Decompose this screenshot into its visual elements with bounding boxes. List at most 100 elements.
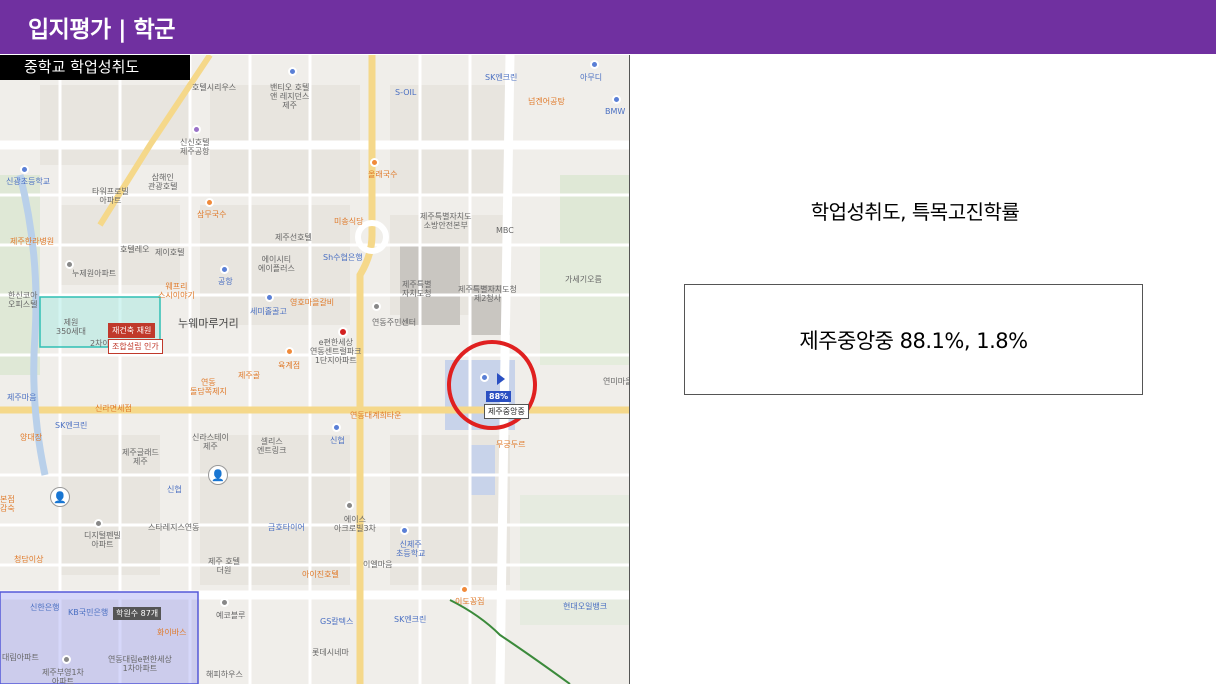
poi-label: 제주부영1차 아파트 bbox=[42, 668, 84, 684]
map-marker-icon[interactable] bbox=[288, 67, 297, 76]
map-marker-icon[interactable] bbox=[400, 526, 409, 535]
map-label: 중학교 학업성취도 bbox=[0, 55, 190, 80]
poi-label: 금호타이어 bbox=[268, 523, 305, 532]
map-marker-icon[interactable] bbox=[265, 293, 274, 302]
poi-label: 대림아파트 bbox=[2, 653, 39, 662]
poi-label: 타워프로빌 아파트 bbox=[92, 187, 129, 206]
map-marker-icon[interactable] bbox=[65, 260, 74, 269]
poi-label: 제주특별자치도 소방안전본부 bbox=[420, 212, 472, 231]
poi-label: 제주특별자치도청 제2청사 bbox=[458, 285, 517, 304]
poi-label: 공항 bbox=[218, 277, 233, 286]
poi-label: 에이스 아크로빌3차 bbox=[334, 515, 376, 534]
poi-label: 청담이상 bbox=[14, 555, 44, 564]
header-bar: 입지평가 | 학군 bbox=[0, 0, 1216, 54]
target-school-label[interactable]: 제주중앙중 bbox=[484, 404, 529, 419]
map-marker-icon[interactable] bbox=[62, 655, 71, 664]
map-marker-icon[interactable] bbox=[370, 158, 379, 167]
poi-label: 신라스테이 제주 bbox=[192, 433, 229, 452]
poi-label: BMW bbox=[605, 107, 626, 116]
poi-label: e편한세상 연동센트럴파크 1단지아파트 bbox=[310, 338, 362, 366]
poi-label: 웨프리 스시이야기 bbox=[158, 282, 195, 301]
map-marker-icon[interactable] bbox=[590, 60, 599, 69]
poi-label: 연동대계희타운 bbox=[350, 411, 402, 420]
poi-label: 양대장 bbox=[20, 433, 43, 442]
map-marker-icon[interactable] bbox=[220, 265, 229, 274]
poi-label: SK엔크린 bbox=[55, 421, 88, 430]
poi-label: 제주특별 자치도청 bbox=[402, 280, 432, 299]
poi-label: 누제원아파트 bbox=[72, 269, 117, 278]
poi-label: 이도꽁집 bbox=[455, 597, 485, 606]
poi-label: 제주골 bbox=[238, 371, 261, 380]
poi-label: 현대오일뱅크 bbox=[563, 602, 608, 611]
poi-label: 스타레지스연동 bbox=[148, 523, 200, 532]
poi-label: S-OIL bbox=[395, 88, 417, 97]
poi-label: 올래국수 bbox=[368, 170, 398, 179]
poi-label: 예코블루 bbox=[216, 611, 246, 620]
poi-label: 제이호텔 bbox=[155, 248, 185, 257]
poi-label: 제주마음 bbox=[7, 393, 37, 402]
poi-label: 이엘마음 bbox=[363, 560, 393, 569]
poi-label: 디지털펜빌 아파트 bbox=[84, 531, 121, 550]
poi-label: 육계점 bbox=[278, 361, 301, 370]
poi-label: 호텔시리우스 bbox=[192, 83, 237, 92]
school-score-badge: 88% bbox=[486, 391, 512, 402]
poi-label: GS칼텍스 bbox=[320, 617, 354, 626]
poi-label: KB국민은행 bbox=[68, 608, 109, 617]
poi-label: 본점 감숙 bbox=[0, 495, 15, 514]
agent-avatar-icon[interactable]: 👤 bbox=[50, 487, 70, 507]
poi-label: SK엔크린 bbox=[394, 615, 427, 624]
poi-label: 제주글래드 제주 bbox=[122, 448, 159, 467]
redevelopment-approval-badge: 조합설립 인가 bbox=[108, 339, 163, 354]
redevelopment-status-badge: 재건축 재원 bbox=[108, 323, 156, 338]
section-heading: 학업성취도, 특목고진학률 bbox=[810, 200, 1020, 224]
poi-label: 신광초등학교 bbox=[6, 177, 51, 186]
poi-label: 한신코아 오피스텔 bbox=[8, 291, 38, 310]
poi-label: 연동대림e편한세상 1차아파트 bbox=[108, 655, 172, 674]
poi-label: 호텔레오 bbox=[120, 245, 150, 254]
poi-label: 해피하우스 bbox=[206, 670, 243, 679]
poi-label: 제주선호텔 bbox=[275, 233, 312, 242]
agent-avatar-icon[interactable]: 👤 bbox=[208, 465, 228, 485]
poi-label: 셀리스 엔트링크 bbox=[257, 437, 287, 456]
map-marker-icon[interactable] bbox=[220, 598, 229, 607]
poi-label: 삼해인 관광호텔 bbox=[148, 173, 178, 192]
map-marker-icon[interactable] bbox=[192, 125, 201, 134]
poi-label: 제주 호텔 더원 bbox=[208, 557, 240, 576]
map-background bbox=[0, 55, 629, 684]
map-marker-icon[interactable] bbox=[480, 373, 489, 382]
poi-label: 롯데시네마 bbox=[312, 648, 349, 657]
map-marker-icon[interactable] bbox=[332, 423, 341, 432]
poi-label: 신한은행 bbox=[30, 603, 60, 612]
poi-label: 미송식당 bbox=[334, 217, 364, 226]
map-marker-icon[interactable] bbox=[20, 165, 29, 174]
academy-count-badge: 학원수 87개 bbox=[113, 607, 162, 620]
map-marker-icon[interactable] bbox=[285, 347, 294, 356]
result-box: 제주중앙중 88.1%, 1.8% bbox=[684, 284, 1143, 395]
poi-label: 신신호텔 제주공항 bbox=[180, 138, 210, 157]
poi-label: 삼무국수 bbox=[197, 210, 227, 219]
poi-label: 연동 돌담쪽제지 bbox=[190, 378, 227, 397]
poi-label: 신협 bbox=[167, 485, 182, 494]
map-marker-icon[interactable] bbox=[94, 519, 103, 528]
map-panel[interactable]: 중학교 학업성취도 SK엔크린 아무디 S-OIL 넘겐어공탕 BMW 호텔시리… bbox=[0, 55, 630, 684]
poi-label: 무궁두르 bbox=[496, 440, 526, 449]
poi-label: SK엔크린 bbox=[485, 73, 518, 82]
poi-label: MBC bbox=[496, 226, 514, 235]
poi-label: 밴티오 호텔 앤 레지던스 제주 bbox=[270, 83, 310, 111]
map-marker-icon[interactable] bbox=[205, 198, 214, 207]
poi-label: 제주한라병원 bbox=[10, 237, 55, 246]
poi-label: 영호마을갈비 bbox=[290, 298, 335, 307]
poi-label: 신라면세점 bbox=[95, 404, 132, 413]
poi-label: 넘겐어공탕 bbox=[528, 97, 565, 106]
poi-label: 화이바스 bbox=[157, 628, 187, 637]
map-marker-icon[interactable] bbox=[612, 95, 621, 104]
map-marker-icon[interactable] bbox=[460, 585, 469, 594]
poi-label: 신제주 초등학교 bbox=[396, 540, 426, 559]
poi-label: 제원 350세대 bbox=[56, 318, 86, 337]
location-pin-icon[interactable] bbox=[338, 327, 348, 337]
poi-label: 연동주민센터 bbox=[372, 318, 417, 327]
map-marker-icon[interactable] bbox=[372, 302, 381, 311]
poi-label: 에이시티 에이플러스 bbox=[258, 255, 295, 274]
page-title: 입지평가 | 학군 bbox=[28, 17, 175, 43]
map-marker-icon[interactable] bbox=[345, 501, 354, 510]
